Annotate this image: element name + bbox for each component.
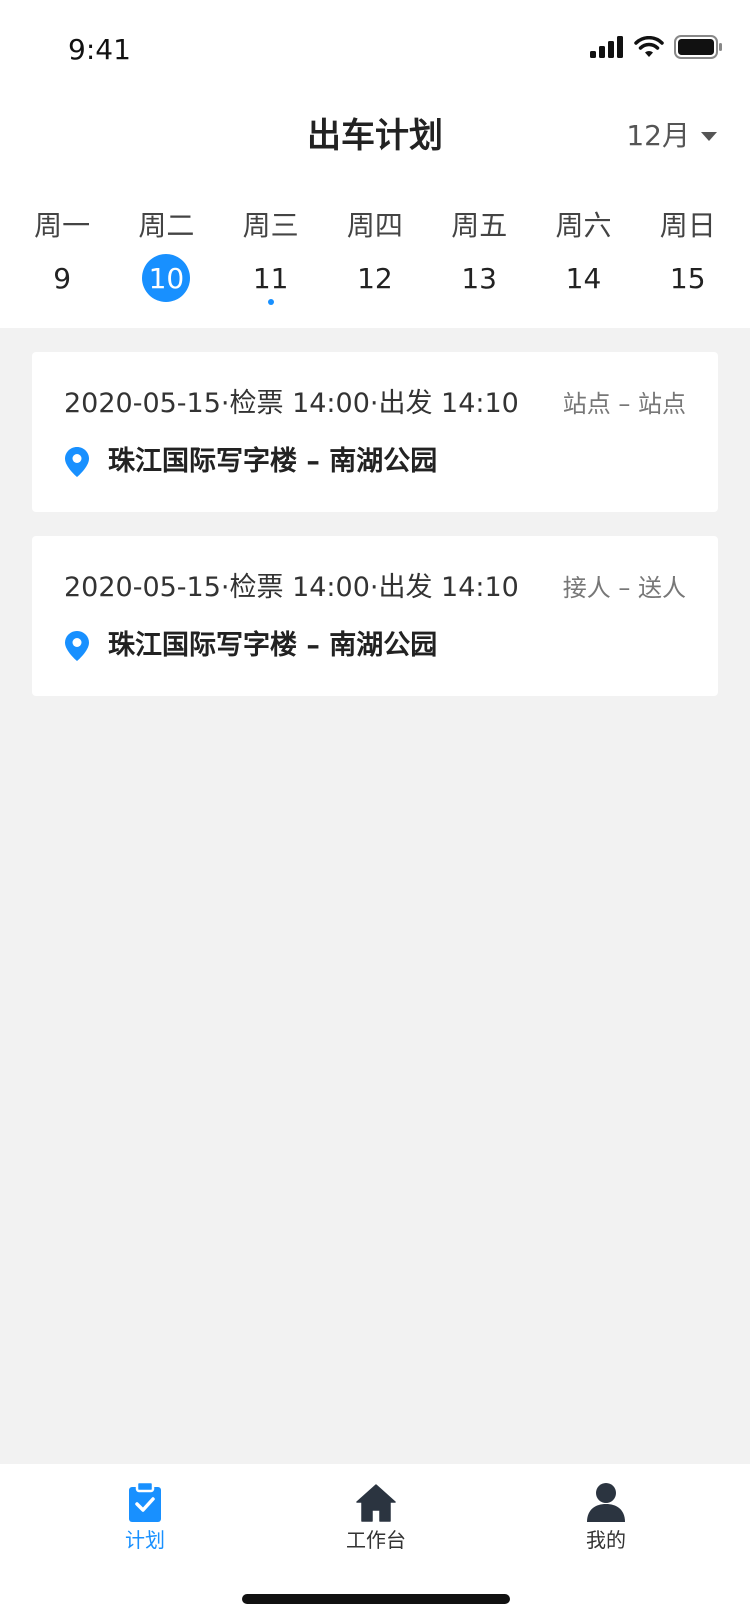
- user-icon: [587, 1483, 625, 1522]
- weekday-label: 周三: [242, 209, 299, 242]
- tab-bar: 计划 工作台 我的: [0, 1464, 750, 1624]
- month-picker[interactable]: 12月: [626, 116, 718, 156]
- date-cell: 12: [351, 254, 399, 302]
- date-number: 15: [669, 261, 706, 295]
- tab-plan[interactable]: 计划: [75, 1478, 215, 1554]
- date-number: 9: [53, 261, 72, 295]
- weekday-label: 周二: [138, 209, 195, 242]
- trip-type: 接人 – 送人: [562, 574, 686, 602]
- signal-icon: [590, 36, 623, 58]
- calendar-day[interactable]: 周一 9: [10, 206, 114, 302]
- tab-workbench[interactable]: 工作台: [306, 1478, 446, 1554]
- calendar-day[interactable]: 周二 10: [114, 206, 218, 302]
- route-text: 珠江国际写字楼 – 南湖公园: [108, 446, 438, 477]
- tab-mine-label: 我的: [586, 1528, 626, 1552]
- date-number: 14: [565, 261, 602, 295]
- home-indicator: [242, 1594, 510, 1604]
- trip-route: 珠江国际写字楼 – 南湖公园: [64, 442, 437, 482]
- weekday-label: 周五: [451, 209, 508, 242]
- weekday-label: 周四: [346, 209, 403, 242]
- trip-card[interactable]: 2020-05-15·检票 14:00·出发 14:10 站点 – 站点珠江国际写…: [32, 352, 718, 512]
- event-dot: [267, 299, 274, 305]
- tab-mine[interactable]: 我的: [536, 1478, 676, 1554]
- calendar-day[interactable]: 周三 11: [219, 206, 323, 305]
- clipboard-check-icon: [129, 1482, 161, 1522]
- tab-plan-label: 计划: [125, 1528, 165, 1552]
- date-cell: 9: [38, 254, 86, 302]
- date-cell: 11: [247, 254, 295, 305]
- calendar-day[interactable]: 周五 13: [427, 206, 531, 302]
- home-icon: [356, 1484, 396, 1522]
- header-area: 9:41 出车计划 12月 周一 9 周二 10 周三 11 周四 12 周五 …: [0, 0, 750, 328]
- battery-icon: [674, 35, 722, 59]
- location-pin-icon: [65, 631, 89, 661]
- calendar-day[interactable]: 周六 14: [531, 206, 635, 302]
- caret-down-icon: [701, 132, 717, 141]
- trip-list: 2020-05-15·检票 14:00·出发 14:10 站点 – 站点珠江国际写…: [32, 352, 718, 720]
- trip-card[interactable]: 2020-05-15·检票 14:00·出发 14:10 接人 – 送人珠江国际写…: [32, 536, 718, 696]
- nav-bar: 出车计划 12月: [0, 96, 750, 176]
- wifi-icon: [634, 36, 664, 57]
- weekday-label: 周六: [555, 209, 612, 242]
- status-bar: 9:41: [0, 0, 750, 96]
- date-cell: 13: [455, 254, 503, 302]
- week-calendar: 周一 9 周二 10 周三 11 周四 12 周五 13 周六 14 周日 15: [10, 206, 740, 305]
- date-number: 13: [461, 261, 497, 295]
- calendar-day[interactable]: 周四 12: [323, 206, 427, 302]
- date-number: 10: [148, 261, 185, 295]
- trip-schedule: 2020-05-15·检票 14:00·出发 14:10: [64, 388, 519, 419]
- route-text: 珠江国际写字楼 – 南湖公园: [108, 630, 438, 661]
- status-icons: [590, 30, 722, 64]
- date-number: 12: [357, 261, 393, 295]
- selected-date: 10: [142, 254, 191, 302]
- month-label: 12月: [626, 119, 690, 152]
- date-number: 11: [252, 261, 289, 295]
- trip-route: 珠江国际写字楼 – 南湖公园: [64, 626, 437, 666]
- weekday-label: 周日: [659, 209, 716, 242]
- trip-type: 站点 – 站点: [562, 390, 686, 418]
- date-cell: 14: [559, 254, 607, 302]
- status-time: 9:41: [68, 33, 131, 66]
- location-pin-icon: [65, 447, 89, 477]
- weekday-label: 周一: [34, 209, 91, 242]
- trip-schedule: 2020-05-15·检票 14:00·出发 14:10: [64, 572, 519, 603]
- tab-workbench-label: 工作台: [346, 1528, 406, 1552]
- calendar-day[interactable]: 周日 15: [636, 206, 740, 302]
- date-cell: 15: [664, 254, 712, 302]
